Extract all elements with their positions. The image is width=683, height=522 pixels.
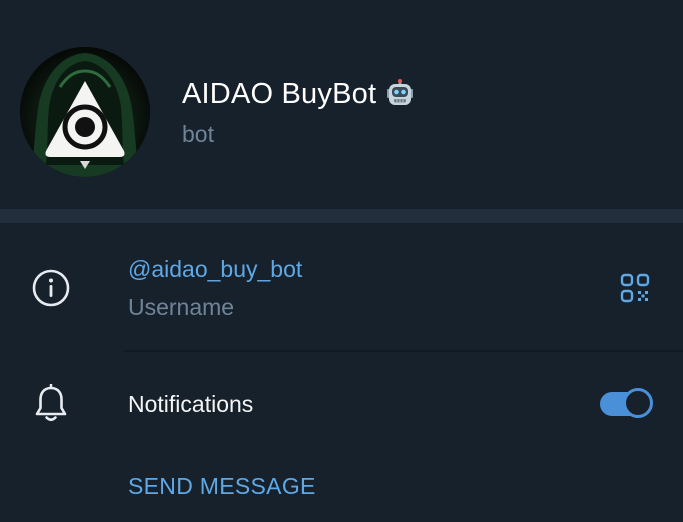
qr-code-icon [620,273,650,303]
send-message-button[interactable]: SEND MESSAGE [128,473,316,500]
notifications-label: Notifications [128,391,254,417]
robot-face-icon [385,79,415,109]
bell-icon [30,383,72,425]
section-divider [0,209,683,223]
row-separator [124,350,683,352]
avatar[interactable] [20,47,150,177]
info-circle-icon [30,267,72,309]
username-caption: Username [128,294,235,320]
profile-subtitle: bot [182,121,214,147]
profile-header: AIDAO BuyBot bot [0,0,683,209]
profile-name: AIDAO BuyBot [182,77,377,110]
username-link[interactable]: @aidao_buy_bot [128,256,302,283]
notifications-toggle[interactable] [600,388,654,418]
qr-code-button[interactable] [614,267,656,309]
toggle-knob [623,388,653,418]
profile-name-row: AIDAO BuyBot [182,72,415,116]
hooded-eye-logo-icon [20,47,150,177]
bot-profile-panel: AIDAO BuyBot bot @aidao_buy_bot Username… [0,0,683,522]
